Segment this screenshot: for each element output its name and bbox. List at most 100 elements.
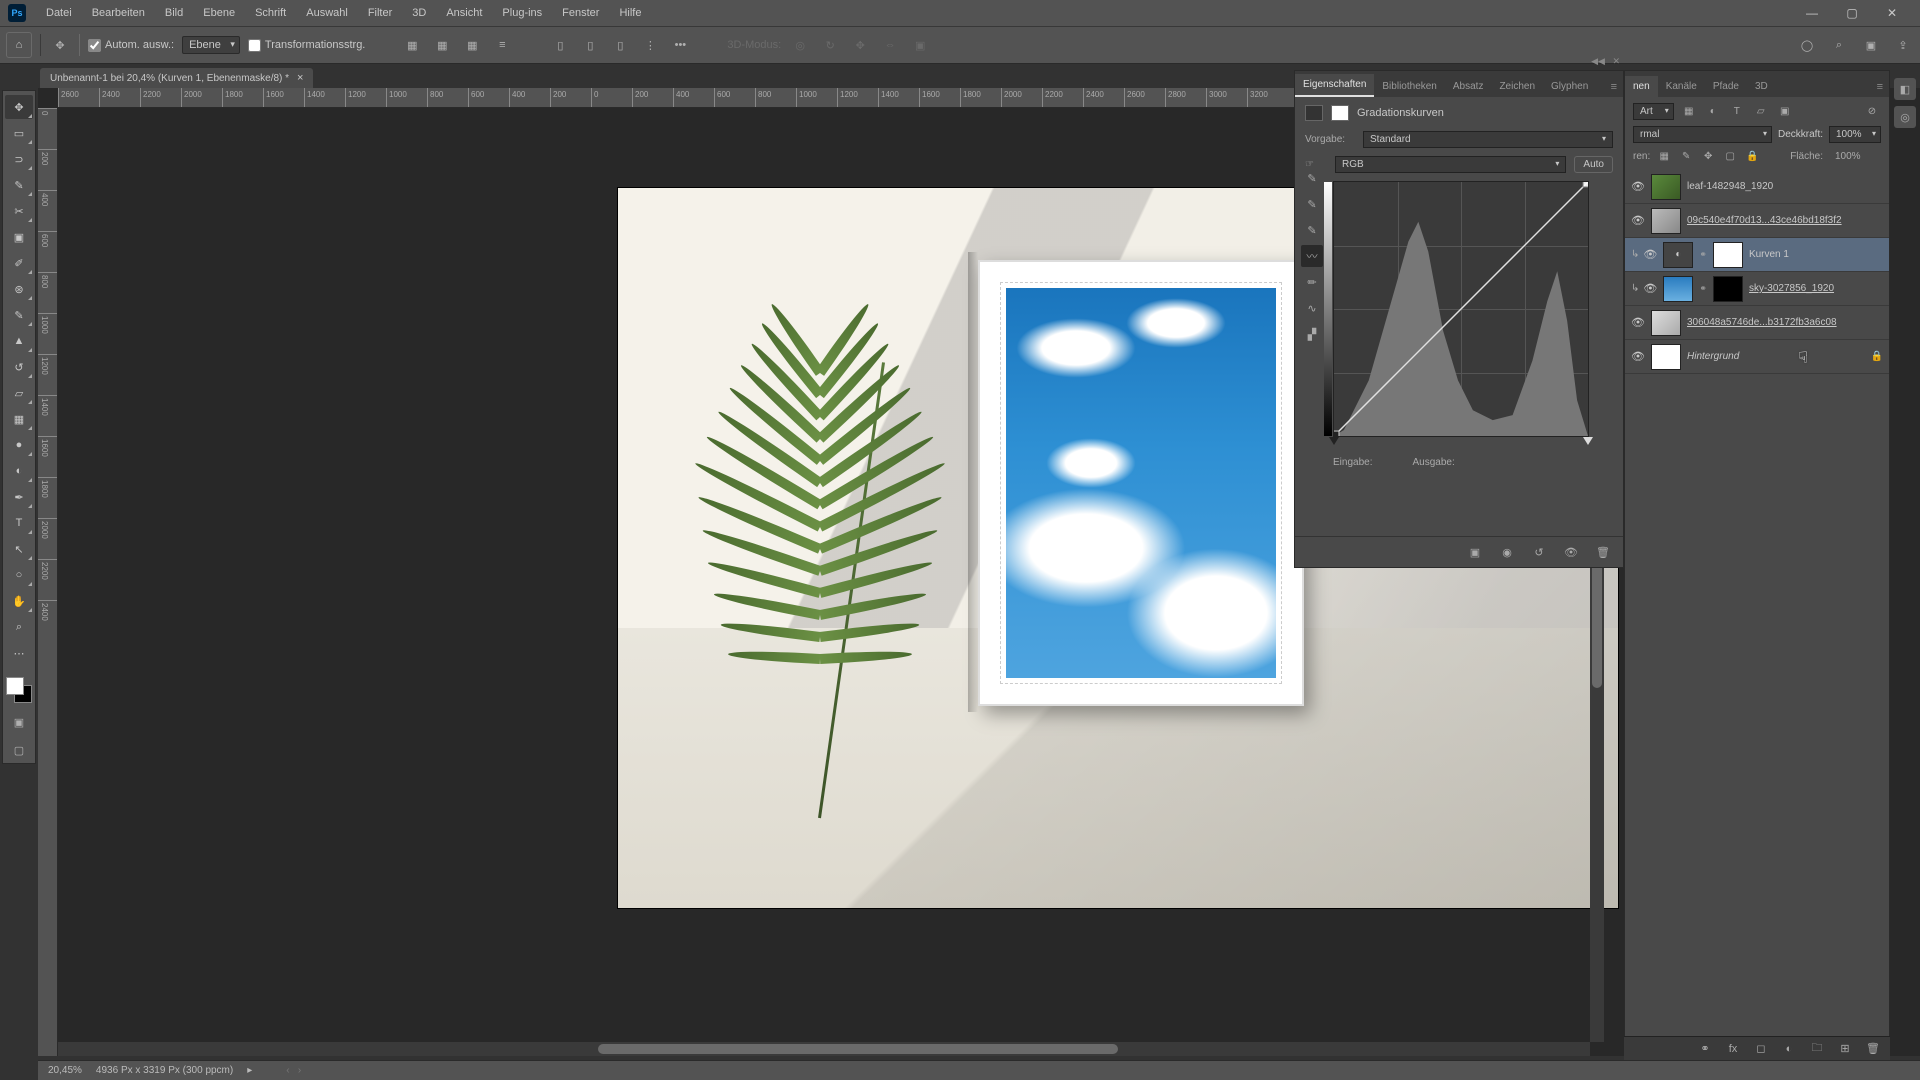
filter-type-icon[interactable]: T bbox=[1728, 104, 1746, 120]
color-swatch[interactable] bbox=[6, 677, 32, 703]
layer-name[interactable]: Kurven 1 bbox=[1749, 249, 1883, 260]
screenmode-icon[interactable]: ▢ bbox=[8, 741, 30, 759]
menu-datei[interactable]: Datei bbox=[36, 0, 82, 26]
opacity-input[interactable]: 100% bbox=[1829, 126, 1881, 143]
quick-select-tool[interactable]: ✎ bbox=[5, 173, 33, 197]
curve-smooth-icon[interactable]: ∿ bbox=[1301, 297, 1323, 319]
menu-schrift[interactable]: Schrift bbox=[245, 0, 296, 26]
healing-tool[interactable]: ⊛ bbox=[5, 277, 33, 301]
eraser-tool[interactable]: ▱ bbox=[5, 381, 33, 405]
lock-pixels-icon[interactable]: ▦ bbox=[1656, 150, 1672, 164]
status-arrow-icon[interactable]: ▸ bbox=[247, 1065, 252, 1076]
menu-bearbeiten[interactable]: Bearbeiten bbox=[82, 0, 155, 26]
layer-row[interactable]: 👁09c540e4f70d13...43ce46bd18f3f2 bbox=[1625, 204, 1889, 238]
layer-mask-thumbnail[interactable] bbox=[1713, 242, 1743, 268]
auto-select-target-dropdown[interactable]: Ebene bbox=[182, 36, 240, 54]
swatches-panel-icon[interactable]: ◎ bbox=[1894, 106, 1916, 128]
shape-tool[interactable]: ○ bbox=[5, 563, 33, 587]
link-icon[interactable]: ⚭ bbox=[1699, 283, 1707, 294]
auto-button[interactable]: Auto bbox=[1574, 156, 1613, 173]
menu-filter[interactable]: Filter bbox=[358, 0, 402, 26]
curve-pencil-icon[interactable]: ✏ bbox=[1301, 271, 1323, 293]
align-center-h-icon[interactable]: ▦ bbox=[431, 34, 453, 56]
tab-pfade[interactable]: Pfade bbox=[1705, 76, 1747, 97]
curve-point-icon[interactable]: 〰 bbox=[1301, 245, 1323, 267]
layer-thumbnail[interactable] bbox=[1663, 276, 1693, 302]
search-icon[interactable]: ⌕ bbox=[1828, 34, 1850, 56]
filter-adjust-icon[interactable]: ◐ bbox=[1704, 104, 1722, 120]
window-close-icon[interactable]: ✕ bbox=[1872, 2, 1912, 24]
menu-auswahl[interactable]: Auswahl bbox=[296, 0, 358, 26]
curve-histogram-icon[interactable]: ▞ bbox=[1301, 323, 1323, 345]
layer-thumbnail[interactable] bbox=[1651, 344, 1681, 370]
lock-position-icon[interactable]: ✎ bbox=[1678, 150, 1694, 164]
curves-graph[interactable] bbox=[1333, 181, 1589, 437]
filter-toggle-icon[interactable]: ⊘ bbox=[1863, 104, 1881, 120]
cloud-docs-icon[interactable]: ◯ bbox=[1796, 34, 1818, 56]
menu-ansicht[interactable]: Ansicht bbox=[436, 0, 492, 26]
tab-eigenschaften[interactable]: Eigenschaften bbox=[1295, 74, 1374, 97]
link-icon[interactable]: ⚭ bbox=[1699, 249, 1707, 260]
layer-fx-icon[interactable]: fx bbox=[1724, 1041, 1742, 1057]
align-stretch-icon[interactable]: ≡ bbox=[491, 34, 513, 56]
auto-select-checkbox[interactable]: Autom. ausw.: bbox=[88, 39, 174, 52]
layer-name[interactable]: 306048a5746de...b3172fb3a6c08 bbox=[1687, 317, 1883, 328]
menu-fenster[interactable]: Fenster bbox=[552, 0, 609, 26]
tab-zeichen[interactable]: Zeichen bbox=[1491, 76, 1543, 97]
channel-dropdown[interactable]: RGB bbox=[1335, 156, 1566, 173]
filter-smart-icon[interactable]: ▣ bbox=[1776, 104, 1794, 120]
scrollbar-horizontal[interactable] bbox=[58, 1042, 1590, 1056]
pen-tool[interactable]: ✒ bbox=[5, 485, 33, 509]
blend-mode-dropdown[interactable]: rmal bbox=[1633, 126, 1772, 143]
marquee-tool[interactable]: ▭ bbox=[5, 121, 33, 145]
move-tool[interactable]: ✥ bbox=[5, 95, 33, 119]
align-left-icon[interactable]: ▦ bbox=[401, 34, 423, 56]
brush-tool[interactable]: ✎ bbox=[5, 303, 33, 327]
frame-tool[interactable]: ▣ bbox=[5, 225, 33, 249]
fill-input[interactable]: 100% bbox=[1829, 149, 1881, 164]
crop-tool[interactable]: ✂ bbox=[5, 199, 33, 223]
edit-toolbar-icon[interactable]: ⋯ bbox=[5, 641, 33, 665]
align-bottom-icon[interactable]: ▯ bbox=[609, 34, 631, 56]
path-select-tool[interactable]: ↖ bbox=[5, 537, 33, 561]
show-transform-checkbox[interactable]: Transformationsstrg. bbox=[248, 39, 365, 52]
delete-adjustment-icon[interactable]: 🗑 bbox=[1593, 543, 1613, 561]
layer-row[interactable]: 👁◐⚭Kurven 1 bbox=[1625, 238, 1889, 272]
tab-kanaele[interactable]: Kanäle bbox=[1658, 76, 1705, 97]
menu-plugins[interactable]: Plug-ins bbox=[492, 0, 552, 26]
view-previous-icon[interactable]: ◉ bbox=[1497, 543, 1517, 561]
lock-move-icon[interactable]: ✥ bbox=[1700, 150, 1716, 164]
preset-dropdown[interactable]: Standard bbox=[1363, 131, 1613, 148]
color-panel-icon[interactable]: ◧ bbox=[1894, 78, 1916, 100]
visibility-icon[interactable]: 👁 bbox=[1643, 248, 1657, 261]
visibility-icon[interactable]: 👁 bbox=[1631, 180, 1645, 193]
layer-name[interactable]: leaf-1482948_1920 bbox=[1687, 181, 1883, 192]
visibility-icon[interactable]: 👁 bbox=[1643, 282, 1657, 295]
layer-name[interactable]: 09c540e4f70d13...43ce46bd18f3f2 bbox=[1687, 215, 1883, 226]
panel-collapse-arrows[interactable]: ◀◀ ✕ bbox=[1591, 56, 1620, 67]
panel-menu-icon[interactable]: ≡ bbox=[1605, 77, 1623, 97]
hand-tool[interactable]: ✋ bbox=[5, 589, 33, 613]
align-center-v-icon[interactable]: ▯ bbox=[579, 34, 601, 56]
eyedropper-white-icon[interactable]: ✎ bbox=[1301, 219, 1323, 241]
layer-thumbnail[interactable] bbox=[1651, 208, 1681, 234]
layer-row[interactable]: 👁 ⚭ sky-3027856_1920 bbox=[1625, 272, 1889, 306]
tab-ebenen[interactable]: nen bbox=[1625, 76, 1658, 97]
layer-name[interactable]: sky-3027856_1920 bbox=[1749, 283, 1883, 294]
share-icon[interactable]: ⇪ bbox=[1892, 34, 1914, 56]
link-layers-icon[interactable]: ⚭ bbox=[1696, 1041, 1714, 1057]
distribute-icon[interactable]: ⋮ bbox=[639, 34, 661, 56]
layer-row[interactable]: 👁 leaf-1482948_1920 bbox=[1625, 170, 1889, 204]
tab-glyphen[interactable]: Glyphen bbox=[1543, 76, 1596, 97]
layer-name[interactable]: Hintergrund bbox=[1687, 351, 1865, 362]
eyedropper-black-icon[interactable]: ✎ bbox=[1301, 167, 1323, 189]
tab-bibliotheken[interactable]: Bibliotheken bbox=[1374, 76, 1444, 97]
zoom-tool[interactable]: ⌕ bbox=[5, 615, 33, 639]
layer-filter-dropdown[interactable]: Art bbox=[1633, 103, 1674, 120]
menu-3d[interactable]: 3D bbox=[402, 0, 436, 26]
lock-artboard-icon[interactable]: ▢ bbox=[1722, 150, 1738, 164]
layer-row[interactable]: 👁306048a5746de...b3172fb3a6c08 bbox=[1625, 306, 1889, 340]
menu-bild[interactable]: Bild bbox=[155, 0, 193, 26]
reset-icon[interactable]: ↺ bbox=[1529, 543, 1549, 561]
visibility-icon[interactable]: 👁 bbox=[1631, 350, 1645, 363]
